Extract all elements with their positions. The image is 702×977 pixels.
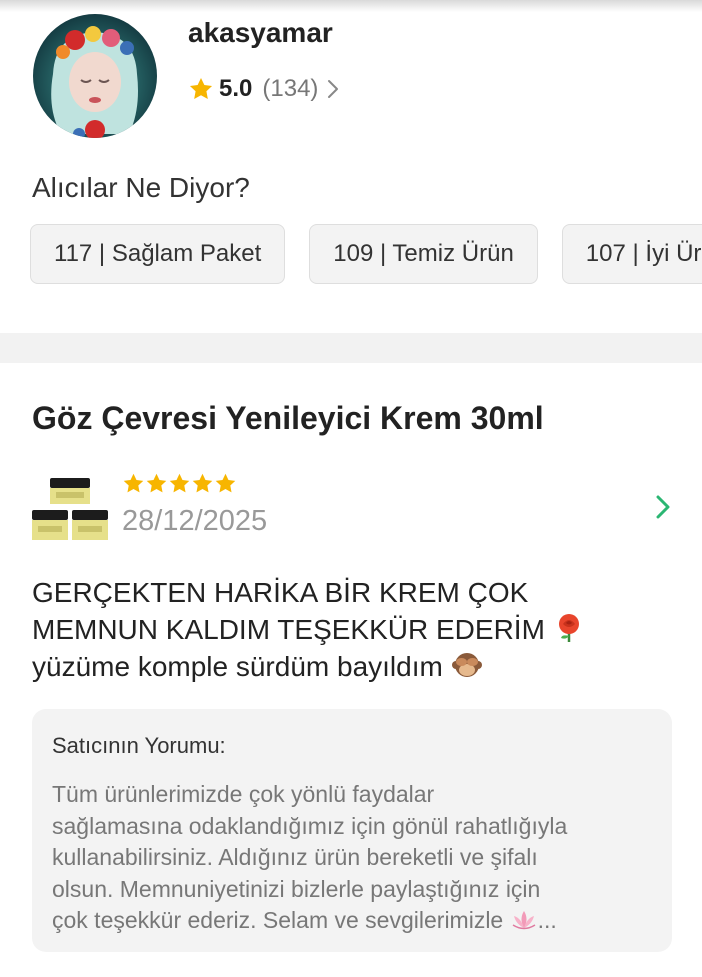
chevron-right-icon (328, 80, 339, 98)
review-text-line: MEMNUN KALDIM TEŞEKKÜR EDERİM (32, 611, 672, 648)
star-icon (169, 473, 190, 493)
lotus-icon (512, 911, 536, 930)
buyer-feedback-title: Alıcılar Ne Diyor? (32, 172, 250, 203)
top-shadow-line (0, 0, 702, 12)
rose-emoji-icon (558, 614, 579, 642)
seller-rating-value: 5.0 (219, 75, 253, 102)
seller-reply-line: kullanabilirsiniz. Aldığınız ürün bereke… (52, 844, 538, 870)
section-divider (0, 333, 702, 363)
seller-reply-line: çok teşekkür ederiz. Selam ve sevgilerim… (52, 905, 652, 937)
feedback-chip-list: 117 | Sağlam Paket 109 | Temiz Ürün 107 | … (30, 224, 702, 286)
seller-reply-line: olsun. Memnuniyetinizi bizlerle paylaştı… (52, 875, 541, 902)
seller-avatar[interactable] (33, 14, 157, 138)
seller-reply-fragment: çok teşekkür ederiz. Selam ve sevgilerim… (52, 907, 504, 933)
feedback-chip[interactable]: 109 | Temiz Ürün (309, 224, 538, 284)
seller-review-count: (134) (262, 75, 319, 102)
star-icon (189, 77, 213, 99)
seller-rating-row[interactable]: 5.0 (134) (188, 72, 340, 106)
feedback-chip[interactable]: 107 | İyi Ürün (561, 224, 702, 284)
seller-reply-title: Satıcının Yorumu: (52, 733, 226, 758)
seller-reply-text[interactable]: Tüm ürünlerimizde çok yönlü faydalar sağ… (52, 779, 652, 937)
chevron-right-icon[interactable] (654, 492, 672, 522)
seller-reply-box: Satıcının Yorumu: Tüm ürünlerimizde çok … (32, 709, 672, 952)
review-text-line: yüzüme komple sürdüm bayıldım (32, 648, 672, 685)
see-no-evil-monkey-emoji-icon (451, 653, 482, 677)
star-icon (192, 473, 213, 493)
review-page: akasyamar 5.0 (134) Alıcılar Ne Diyor? 1… (0, 0, 702, 977)
feedback-chip[interactable]: 117 | Sağlam Paket (30, 224, 286, 284)
review-text-fragment: yüzüme komple sürdüm bayıldım (32, 651, 443, 682)
review-date: 28/12/2025 (122, 505, 268, 537)
star-icon (123, 473, 144, 493)
star-icon (146, 473, 167, 493)
review-star-rating (122, 472, 237, 495)
product-title[interactable]: Göz Çevresi Yenileyici Krem 30ml (32, 400, 544, 437)
product-thumbnail[interactable] (30, 468, 112, 550)
seller-name[interactable]: akasyamar (188, 17, 333, 49)
review-text-line: GERÇEKTEN HARİKA BİR KREM ÇOK (32, 577, 529, 608)
review-text-fragment: MEMNUN KALDIM TEŞEKKÜR EDERİM (32, 614, 545, 645)
seller-reply-ellipsis: ... (537, 907, 557, 933)
star-icon (215, 473, 236, 493)
review-text: GERÇEKTEN HARİKA BİR KREM ÇOK MEMNUN KAL… (32, 574, 672, 685)
seller-reply-line: Tüm ürünlerimizde çok yönlü faydalar (52, 781, 435, 807)
seller-reply-line: sağlamasına odaklandığımız için gönül ra… (52, 812, 568, 839)
